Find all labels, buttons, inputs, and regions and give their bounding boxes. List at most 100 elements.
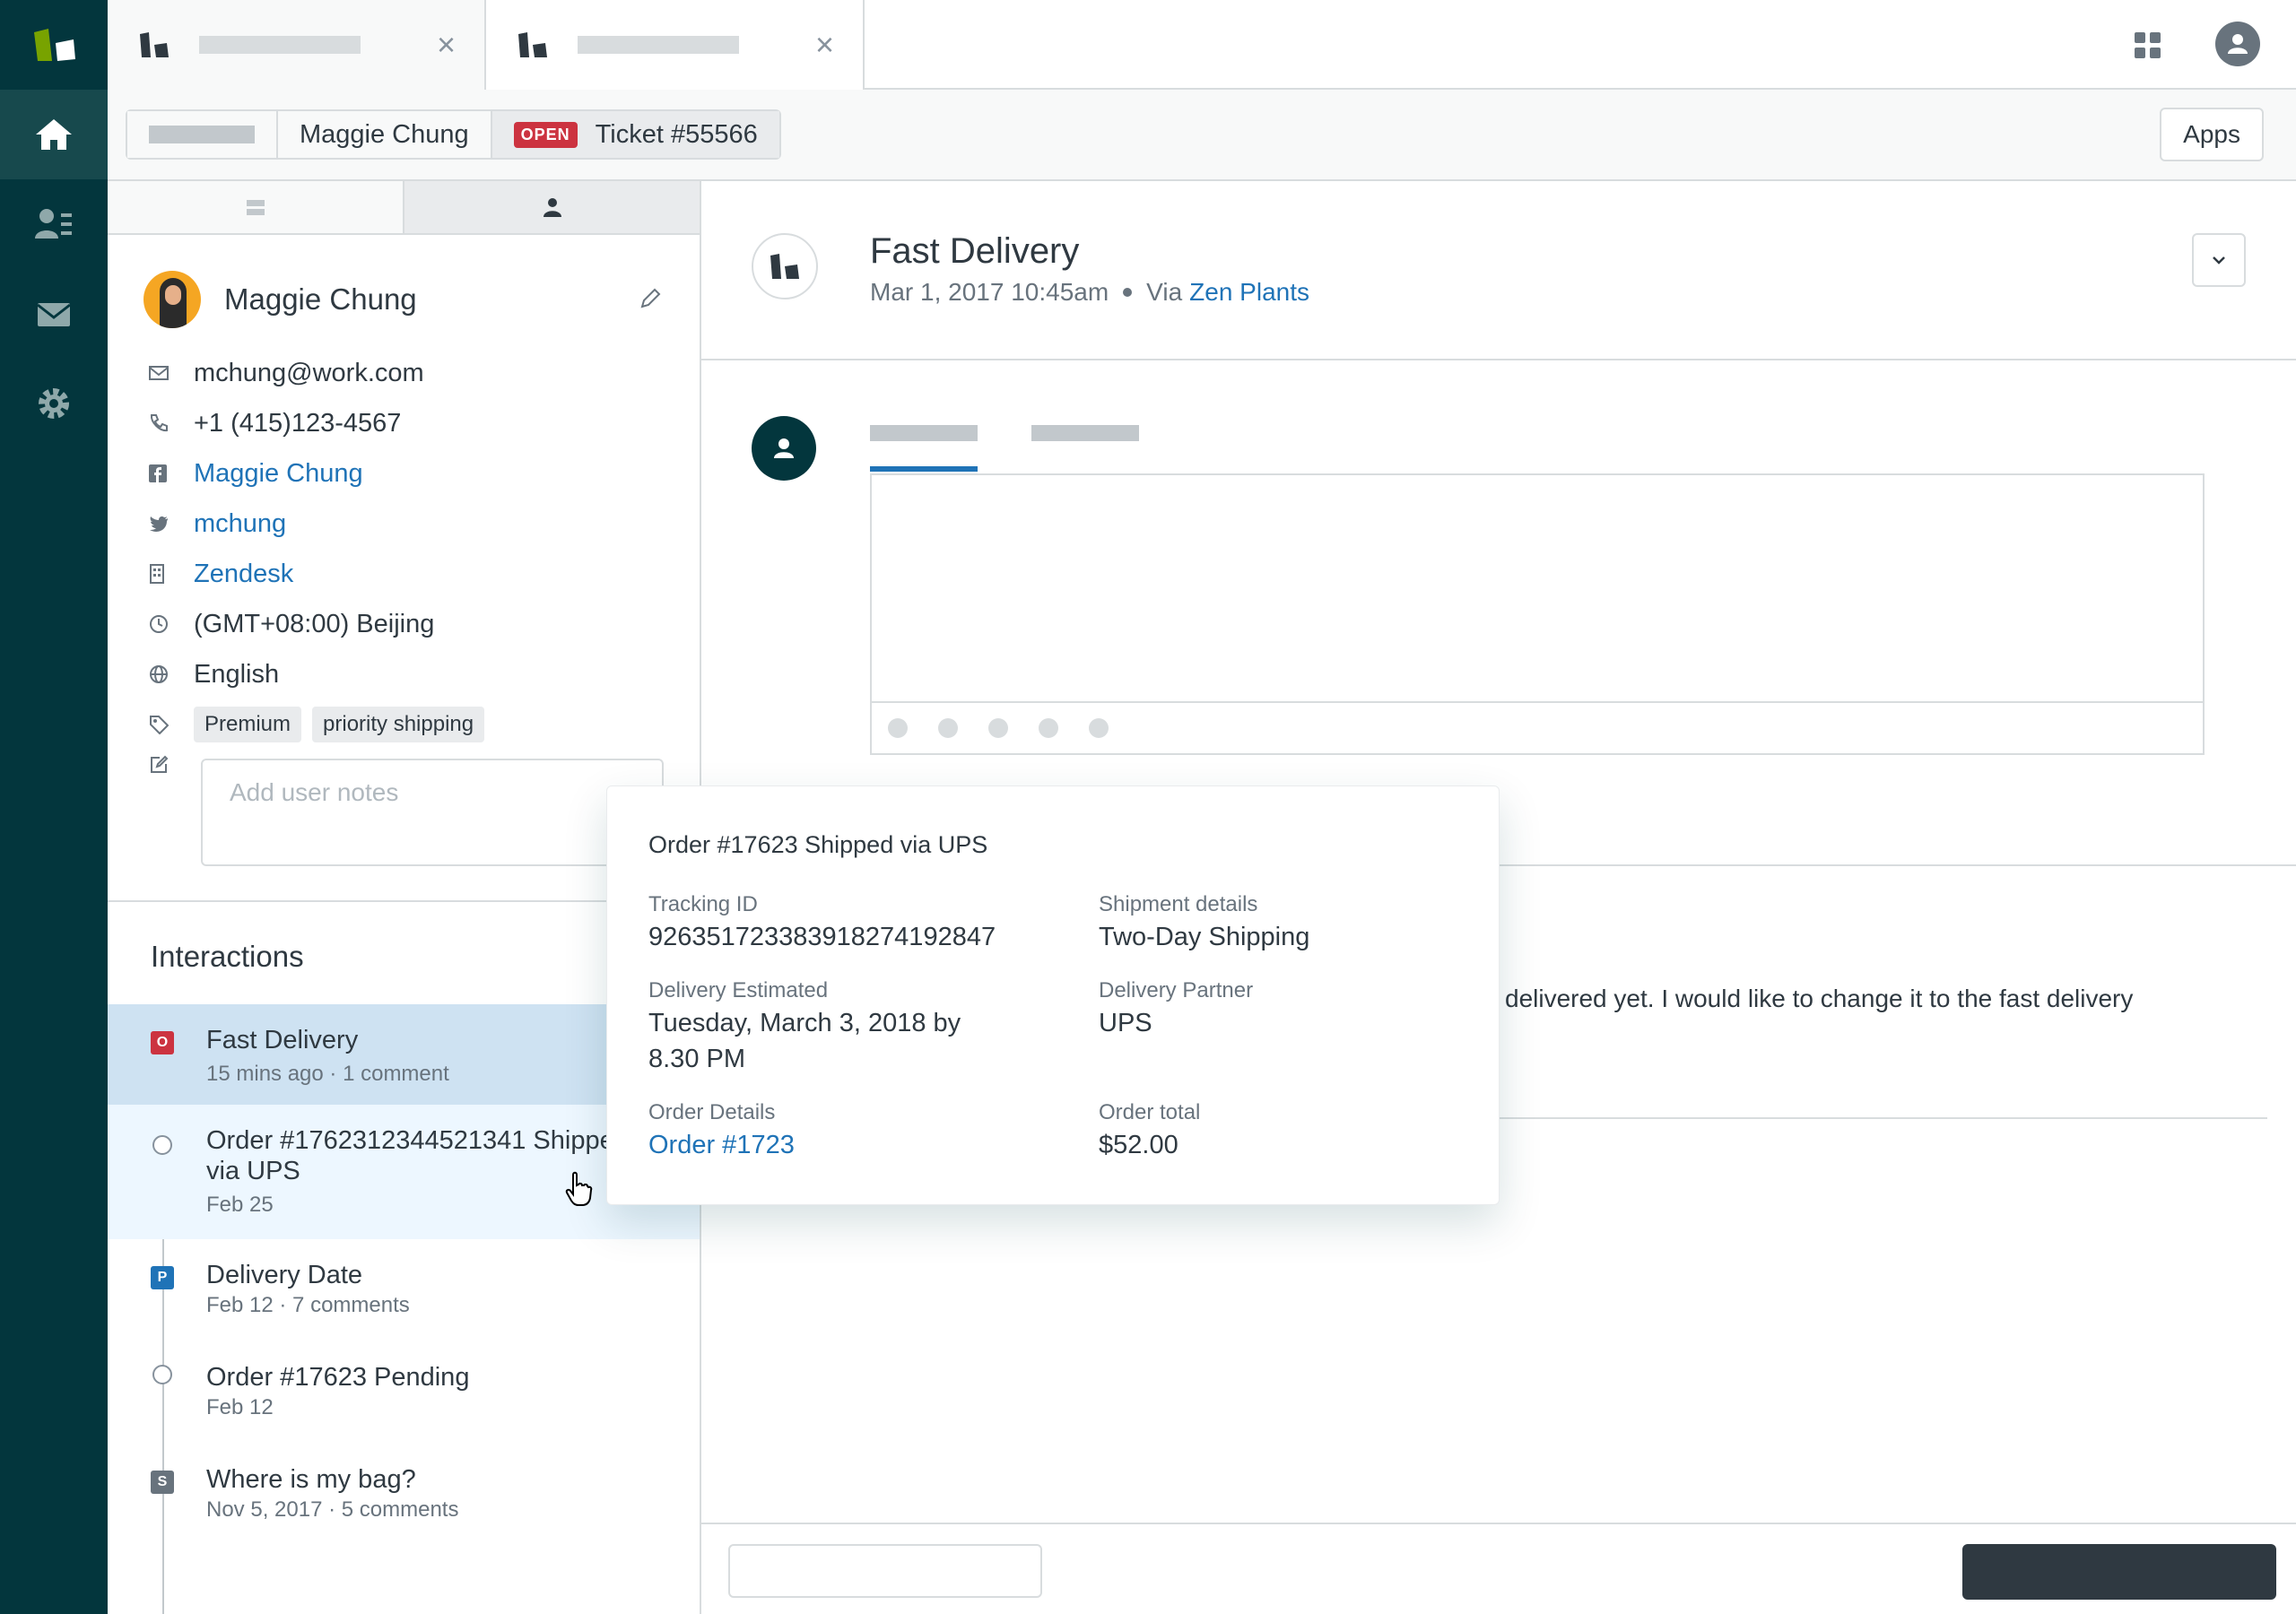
zendesk-brand-icon: [518, 32, 547, 57]
interaction-title-line2: via UPS: [206, 1157, 300, 1185]
interaction-title: Order #1762312344521341 Shipped: [206, 1126, 629, 1155]
avatar: [144, 271, 201, 328]
close-tab-icon[interactable]: ×: [815, 29, 834, 61]
interaction-meta: Feb 25: [206, 1193, 274, 1217]
breadcrumb-bar: Maggie Chung OPEN Ticket #55566 Apps: [108, 90, 2296, 181]
pencil-icon[interactable]: [639, 287, 662, 310]
panel-tabs: [108, 181, 700, 235]
interaction-title: Delivery Date: [206, 1261, 363, 1289]
event-circle-icon: [152, 1135, 172, 1155]
order-details-label: Order Details: [648, 1100, 776, 1124]
interaction-delivery-date[interactable]: P Delivery Date Feb 12 · 7 comments: [108, 1239, 700, 1341]
ticket-date: Mar 1, 2017 10:45am: [870, 278, 1109, 306]
clock-icon: [150, 615, 168, 633]
toolbar-dot-2[interactable]: [938, 718, 958, 738]
org-placeholder: [149, 126, 255, 143]
organization-link[interactable]: Zendesk: [194, 560, 293, 589]
active-tab-indicator: [870, 466, 978, 472]
status-solved-badge: S: [151, 1471, 174, 1494]
user-icon: [774, 438, 794, 458]
order-popover: Order #17623 Shipped via UPS Tracking ID…: [606, 785, 1500, 1205]
timezone-row: (GMT+08:00) Beijing: [144, 599, 682, 649]
interaction-order-pending[interactable]: Order #17623 Pending Feb 12: [108, 1341, 700, 1444]
interaction-title: Fast Delivery: [206, 1026, 359, 1054]
ticket-number: Ticket #55566: [595, 119, 758, 149]
delivery-estimated-line2: 8.30 PM: [648, 1045, 745, 1073]
status-badge: OPEN: [513, 121, 578, 148]
breadcrumb-ticket[interactable]: OPEN Ticket #55566: [491, 111, 779, 158]
ticket-options-button[interactable]: [2192, 233, 2246, 287]
order-details-link[interactable]: Order #1723: [648, 1127, 795, 1163]
tag-premium[interactable]: Premium: [194, 707, 302, 742]
user-notes-field[interactable]: Add user notes: [201, 759, 664, 866]
toolbar-dot-4[interactable]: [1039, 718, 1058, 738]
nav-home[interactable]: [0, 90, 108, 179]
divider: [701, 359, 2296, 360]
nav-settings[interactable]: [0, 359, 108, 448]
delivery-estimated-label: Delivery Estimated: [648, 978, 829, 1002]
close-tab-icon[interactable]: ×: [437, 29, 456, 61]
via-link[interactable]: Zen Plants: [1189, 278, 1309, 307]
email-row: mchung@work.com: [144, 348, 682, 398]
nav-customers[interactable]: [0, 179, 108, 269]
zendesk-brand-icon: [770, 254, 799, 279]
facebook-link[interactable]: Maggie Chung: [194, 459, 363, 489]
twitter-row: mchung: [144, 499, 682, 549]
tab-internal-note[interactable]: [1031, 425, 1139, 441]
breadcrumb-user[interactable]: Maggie Chung: [278, 111, 492, 158]
brand-avatar: [752, 233, 818, 299]
tab-title-placeholder: [578, 36, 739, 54]
user-header: Maggie Chung: [144, 271, 417, 328]
popover-title: Order #17623 Shipped via UPS: [648, 831, 988, 858]
interaction-where-is-my-bag[interactable]: S Where is my bag? Nov 5, 2017 · 5 comme…: [108, 1444, 700, 1546]
tags-row: Premium priority shipping: [144, 699, 682, 750]
separator-dot: [1123, 288, 1133, 297]
twitter-link[interactable]: mchung: [194, 509, 286, 539]
user-name: Maggie Chung: [224, 282, 417, 316]
message-divider: [1491, 1117, 2267, 1119]
chevron-down-icon: [2213, 256, 2225, 265]
apps-button[interactable]: Apps: [2160, 108, 2264, 161]
interaction-meta: Nov 5, 2017 · 5 comments: [206, 1497, 459, 1522]
apps-grid-icon[interactable]: [2135, 32, 2161, 59]
email-value: mchung@work.com: [194, 358, 424, 387]
toolbar-dot-3[interactable]: [988, 718, 1008, 738]
submit-button[interactable]: [1962, 1544, 2276, 1600]
composer-toolbar: [872, 701, 2203, 753]
tab-2[interactable]: ×: [486, 0, 865, 90]
tab-bar: × ×: [108, 0, 2296, 90]
tab-1[interactable]: ×: [108, 0, 486, 90]
zendesk-logo[interactable]: [0, 0, 108, 90]
user-details: mchung@work.com +1 (415)123-4567 Maggie …: [144, 348, 682, 750]
zendesk-logo-icon: [34, 29, 75, 61]
tab-user-info[interactable]: [403, 181, 700, 233]
toolbar-dot-1[interactable]: [888, 718, 908, 738]
tab-public-reply[interactable]: [870, 425, 978, 441]
gear-icon: [39, 388, 69, 419]
status-pending-badge: P: [151, 1266, 174, 1289]
reply-composer[interactable]: [870, 473, 2205, 755]
message-body: delivered yet. I would like to change it…: [1505, 985, 2134, 1012]
user-icon: [543, 198, 561, 217]
via-label: Via: [1146, 278, 1183, 306]
facebook-row: Maggie Chung: [144, 448, 682, 499]
tag-icon: [150, 716, 169, 734]
nav-mail[interactable]: [0, 269, 108, 359]
tracking-value: 926351723383918274192847: [648, 923, 996, 951]
note-edit-icon: [151, 755, 169, 773]
interaction-title: Order #17623 Pending: [206, 1363, 470, 1392]
footer-select[interactable]: [728, 1544, 1042, 1598]
facebook-icon: [149, 464, 167, 482]
breadcrumb-org[interactable]: [127, 111, 278, 158]
tab-ticket-info[interactable]: [108, 181, 403, 233]
organization-row: Zendesk: [144, 549, 682, 599]
customers-icon: [35, 209, 72, 239]
shipment-label: Shipment details: [1099, 892, 1258, 916]
tag-priority-shipping[interactable]: priority shipping: [312, 707, 485, 742]
interaction-meta: Feb 12 · 7 comments: [206, 1293, 410, 1317]
profile-avatar[interactable]: [2215, 22, 2260, 66]
left-nav: [0, 0, 108, 1614]
toolbar-dot-5[interactable]: [1089, 718, 1109, 738]
ticket-title: Fast Delivery: [870, 231, 1080, 271]
phone-row: +1 (415)123-4567: [144, 398, 682, 448]
